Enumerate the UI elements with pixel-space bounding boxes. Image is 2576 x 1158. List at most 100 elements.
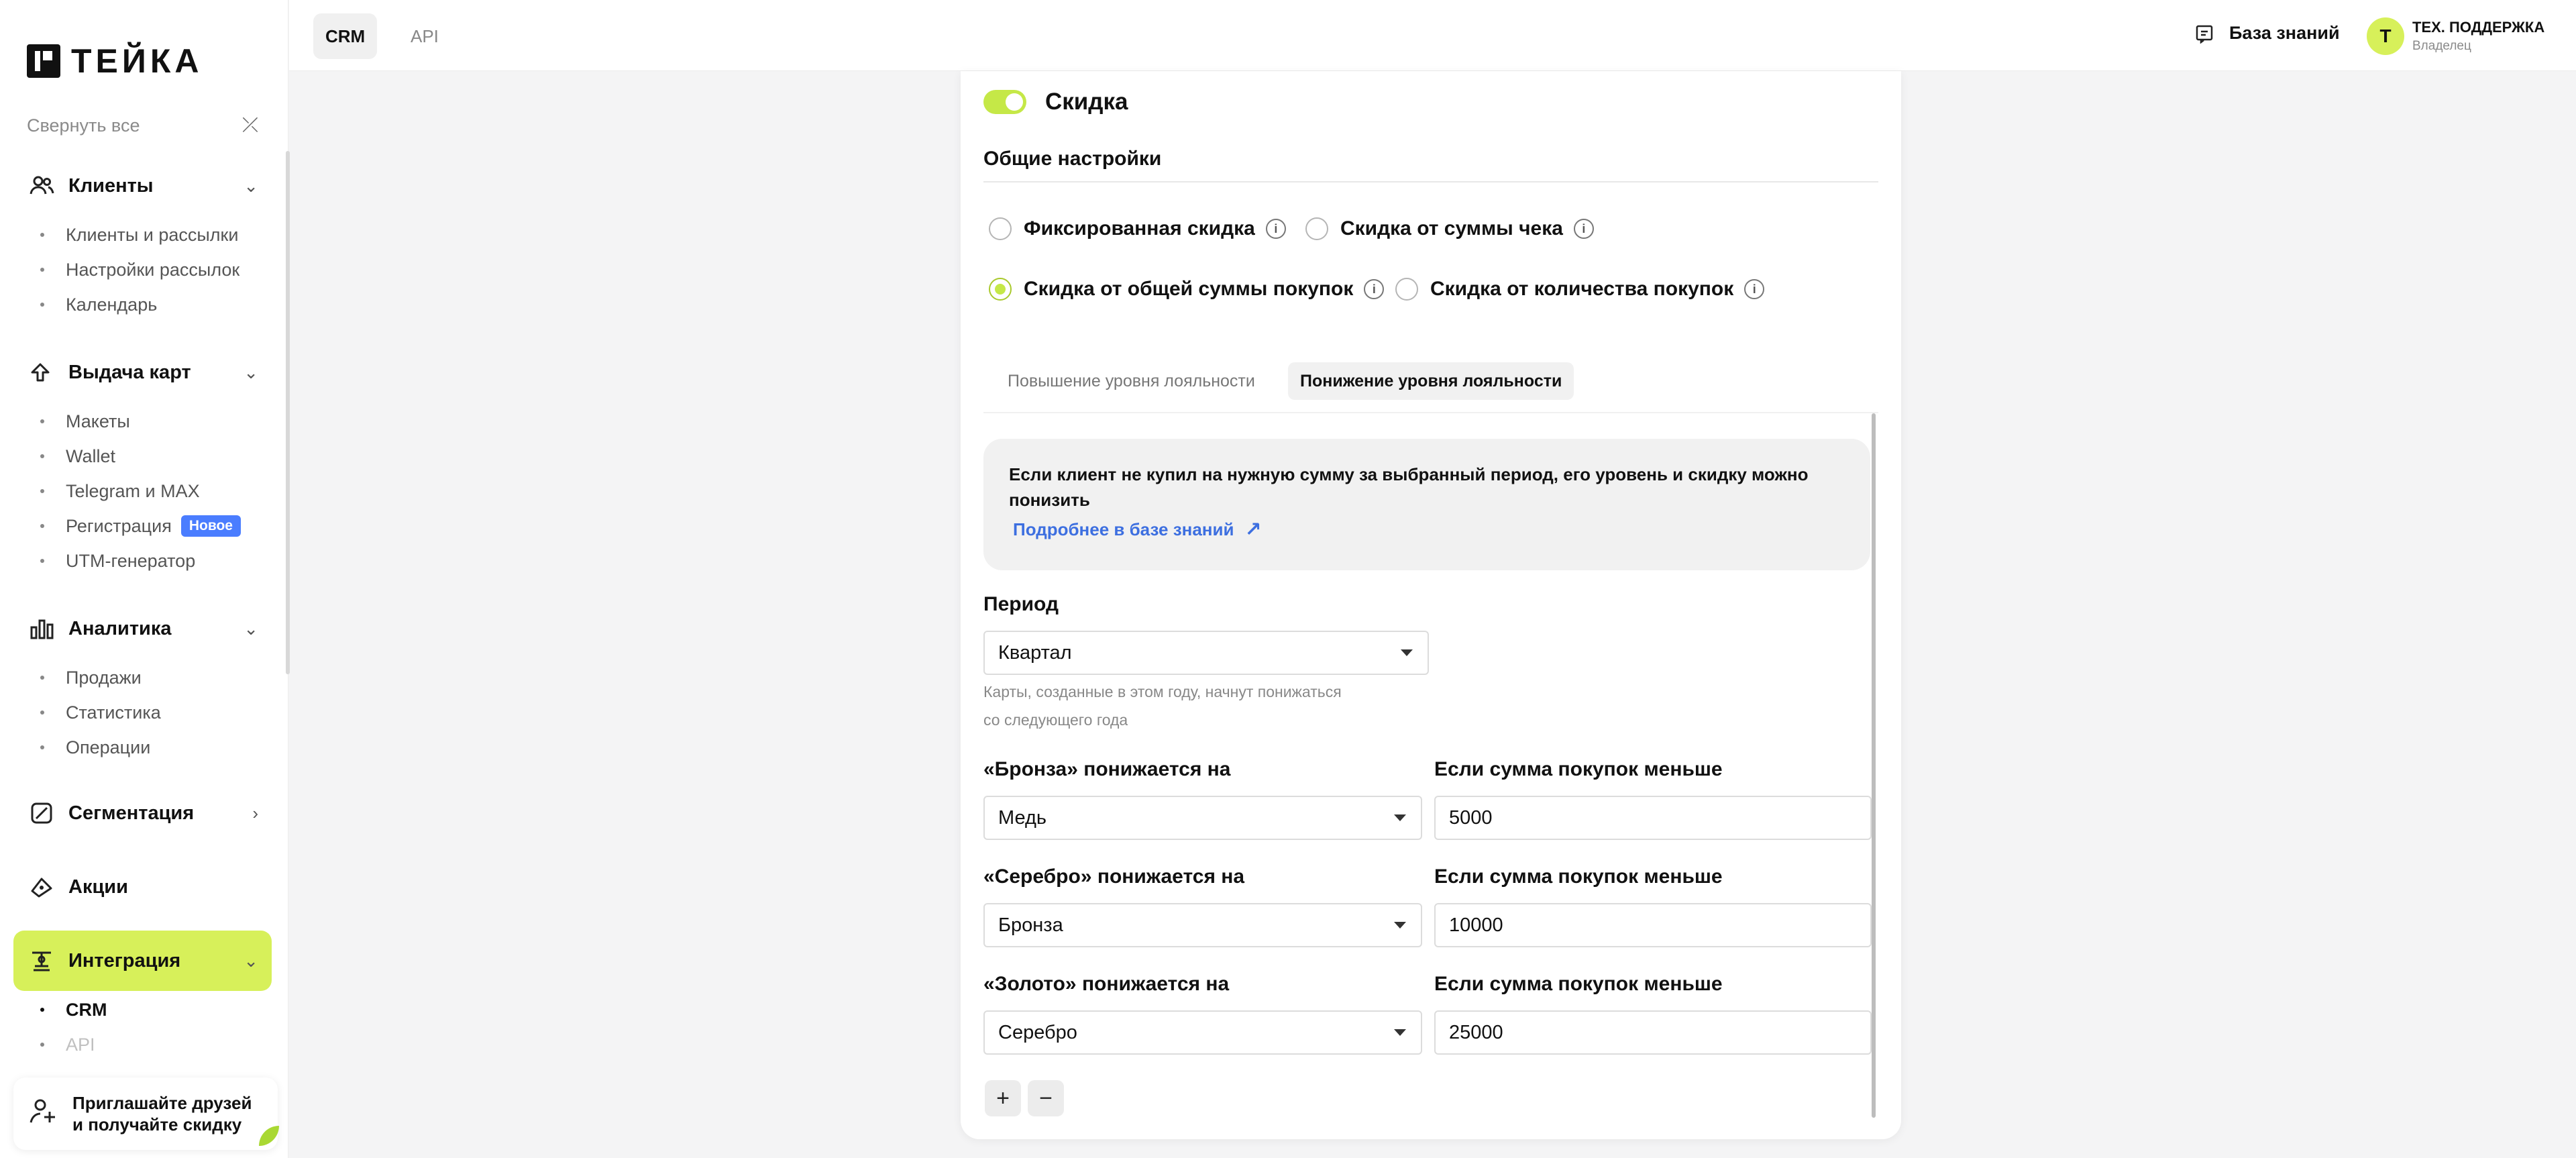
integration-icon [27, 946, 56, 976]
nav-promotions-label: Акции [68, 876, 128, 898]
chevron-down-icon: ⌄ [244, 618, 258, 639]
chevron-down-icon: ⌄ [244, 362, 258, 382]
nav-item-telegram-max[interactable]: Telegram и MAX [40, 474, 272, 509]
radio-fixed-discount[interactable]: Фиксированная скидка i [989, 217, 1286, 240]
nav-clients-label: Клиенты [68, 174, 154, 197]
leaf-icon [259, 1126, 279, 1146]
nav-item-calendar[interactable]: Календарь [40, 287, 272, 322]
topbar: CRM API База знаний Т ТЕХ. ПОДДЕРЖКА Вла… [289, 0, 2576, 71]
nav-analytics[interactable]: Аналитика ⌄ [13, 598, 272, 659]
caret-down-icon [1394, 814, 1406, 821]
nav-promotions[interactable]: Акции [13, 857, 272, 917]
chevron-right-icon: › [252, 802, 258, 823]
radio-circle [1395, 278, 1418, 301]
avatar: Т [2367, 17, 2404, 55]
radio-label: Скидка от суммы чека [1340, 217, 1563, 240]
nav-item-registration[interactable]: Регистрация Новое [40, 509, 272, 543]
radio-total-purchases-discount[interactable]: Скидка от общей суммы покупок i [989, 278, 1385, 301]
nav-item-operations[interactable]: Операции [40, 730, 272, 765]
rule-silver-amount-input[interactable]: 10000 [1434, 903, 1872, 947]
book-icon [2194, 23, 2214, 44]
new-badge: Новое [180, 515, 241, 537]
rule-silver-target-select[interactable]: Бронза [983, 903, 1422, 947]
nav-segmentation[interactable]: Сегментация › [13, 783, 272, 843]
nav-item-label: Telegram и MAX [66, 480, 200, 501]
sidebar-scrollbar[interactable] [286, 151, 290, 674]
caret-down-icon [1394, 1029, 1406, 1036]
nav-item-label: Статистика [66, 702, 161, 723]
nav-clients[interactable]: Клиенты ⌄ [13, 156, 272, 216]
input-value: 5000 [1449, 806, 1493, 829]
divider [983, 412, 1878, 413]
info-note: Если клиент не купил на нужную сумму за … [983, 439, 1870, 570]
nav-cards-label: Выдача карт [68, 361, 191, 383]
user-role: Владелец [2412, 39, 2471, 53]
nav-group-analytics: Аналитика ⌄ Продажи Статистика Операции [13, 598, 272, 765]
input-value: 25000 [1449, 1021, 1503, 1043]
radio-check-sum-discount[interactable]: Скидка от суммы чека i [1305, 217, 1594, 240]
tab-api[interactable]: API [398, 13, 451, 59]
invite-line-1: Приглашайте друзей [72, 1093, 252, 1113]
rule-bronze-label: «Бронза» понижается на [983, 758, 1231, 780]
rule-gold-amount-label: Если сумма покупок меньше [1434, 973, 1723, 995]
knowledge-base-more-link[interactable]: Подробнее в базе знаний ↗ [1013, 518, 1845, 541]
nav-item-label: Клиенты и рассылки [66, 224, 239, 245]
discount-title: Скидка [1045, 89, 1128, 115]
period-label: Период [983, 593, 1059, 615]
collapse-all-button[interactable]: Свернуть все ⤫ [27, 114, 258, 137]
rule-bronze-target-select[interactable]: Медь [983, 796, 1422, 840]
tab-loyalty-downgrade[interactable]: Понижение уровня лояльности [1288, 362, 1574, 400]
info-icon[interactable]: i [1744, 279, 1765, 299]
nav-item-crm[interactable]: CRM [40, 992, 272, 1027]
rule-gold-target-select[interactable]: Серебро [983, 1010, 1422, 1055]
nav-item-wallet[interactable]: Wallet [40, 439, 272, 474]
nav-item-utm[interactable]: UTM-генератор [40, 543, 272, 578]
knowledge-base-link[interactable]: База знаний [2194, 23, 2340, 44]
nav-item-label: Wallet [66, 445, 116, 466]
divider [983, 181, 1878, 182]
knowledge-base-label: База знаний [2229, 23, 2340, 43]
external-link-icon: ↗ [1244, 519, 1262, 541]
nav-item-sales[interactable]: Продажи [40, 660, 272, 695]
info-icon[interactable]: i [1364, 279, 1385, 299]
sidebar: ТЕЙКА Свернуть все ⤫ Клиенты ⌄ Клиенты и… [0, 0, 290, 1158]
user-menu[interactable]: Т ТЕХ. ПОДДЕРЖКА Владелец [2367, 17, 2544, 55]
select-value: Бронза [998, 914, 1063, 936]
input-value: 10000 [1449, 914, 1503, 936]
nav-item-clients-mailings[interactable]: Клиенты и рассылки [40, 217, 272, 252]
add-rule-button[interactable]: + [985, 1080, 1021, 1116]
general-settings-title: Общие настройки [983, 148, 1162, 170]
nav-item-mailing-settings[interactable]: Настройки рассылок [40, 252, 272, 287]
nav-item-statistics[interactable]: Статистика [40, 695, 272, 730]
invite-text: Приглашайте друзей и получайте скидку [72, 1092, 252, 1135]
content-scrollbar[interactable] [1872, 413, 1876, 1118]
bar-chart-icon [27, 614, 56, 643]
tab-loyalty-upgrade[interactable]: Повышение уровня лояльности [996, 362, 1267, 400]
discount-toggle[interactable] [983, 90, 1026, 114]
info-icon[interactable]: i [1573, 219, 1594, 239]
rule-bronze-amount-input[interactable]: 5000 [1434, 796, 1872, 840]
note-link-label: Подробнее в базе знаний [1013, 519, 1234, 539]
radio-label: Скидка от количества покупок [1430, 278, 1734, 300]
remove-rule-button[interactable]: − [1028, 1080, 1064, 1116]
card-issue-icon [27, 358, 56, 387]
invite-friends-banner[interactable]: Приглашайте друзей и получайте скидку [13, 1077, 279, 1150]
radio-purchase-count-discount[interactable]: Скидка от количества покупок i [1395, 278, 1765, 301]
nav-integration[interactable]: Интеграция ⌄ [13, 931, 272, 991]
discount-settings-card: Скидка Общие настройки Фиксированная ски… [961, 71, 1901, 1139]
logo[interactable]: ТЕЙКА [27, 42, 203, 81]
nav-group-segmentation: Сегментация › [13, 783, 272, 843]
period-select[interactable]: Квартал [983, 631, 1429, 675]
invite-line-2: и получайте скидку [72, 1114, 242, 1135]
nav-group-clients: Клиенты ⌄ Клиенты и рассылки Настройки р… [13, 156, 272, 322]
nav-analytics-label: Аналитика [68, 617, 172, 639]
caret-down-icon [1401, 649, 1413, 656]
nav-item-api[interactable]: API [40, 1027, 272, 1062]
rule-gold-amount-input[interactable]: 25000 [1434, 1010, 1872, 1055]
nav-item-label: Регистрация [66, 515, 172, 536]
tab-crm[interactable]: CRM [313, 13, 378, 59]
radio-circle [1305, 217, 1328, 240]
nav-cards[interactable]: Выдача карт ⌄ [13, 342, 272, 403]
nav-item-layouts[interactable]: Макеты [40, 404, 272, 439]
info-icon[interactable]: i [1265, 219, 1286, 239]
